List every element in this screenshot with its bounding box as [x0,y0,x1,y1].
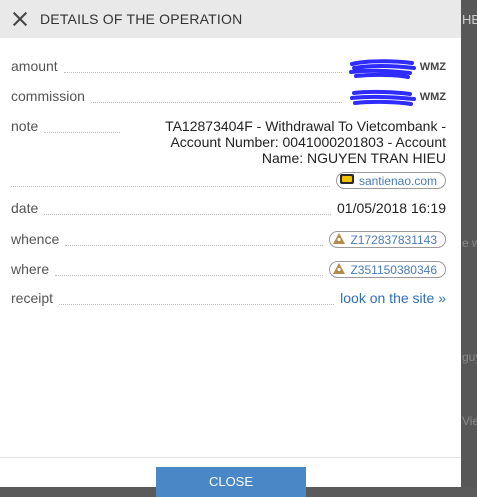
where-row: where Z351150380346 [11,261,446,278]
purse-pyramid-icon [333,262,346,277]
background-text: e w [462,236,477,250]
note-label: note [11,118,39,134]
note-value: TA12873404F - Withdrawal To Vietcombank … [126,118,446,166]
receipt-row: receipt look on the site » [11,290,446,306]
dotted-leader [44,118,121,133]
amount-label: amount [11,58,58,74]
redaction-scribble [349,89,416,106]
background-page: HB e w guy Vie [461,0,477,487]
background-text: HB [462,12,477,27]
where-purse-id: Z351150380346 [350,262,437,277]
whence-purse-badge[interactable]: Z172837831143 [329,231,446,248]
whence-purse-id: Z172837831143 [350,232,437,247]
date-value: 01/05/2018 16:19 [337,200,446,216]
purse-pyramid-icon [333,232,346,247]
amount-currency: WMZ [419,61,446,74]
dotted-leader [44,200,331,215]
commission-value: WMZ [348,88,446,106]
note-line: TA12873404F - Withdrawal To Vietcombank … [165,118,446,134]
source-site-name: santienao.com [358,173,437,188]
redacted-amount [348,59,416,79]
note-line: Name: NGUYEN TRAN HIEU [261,150,446,166]
redaction-scribble [348,59,416,79]
amount-value: WMZ [348,58,446,79]
dotted-leader [59,290,335,305]
dotted-leader [65,231,324,246]
whence-row: whence Z172837831143 [11,231,446,248]
dotted-leader [11,172,330,187]
note-line: Account Number: 0041000201803 - Account [170,134,446,150]
dotted-leader [55,261,324,276]
source-row: santienao.com [11,172,446,189]
dotted-leader [90,88,342,103]
date-label: date [11,200,39,216]
redacted-commission [348,89,416,106]
background-text: guy [462,350,477,364]
dialog-header: DETAILS OF THE OPERATION [0,0,461,38]
operation-details-dialog: DETAILS OF THE OPERATION amount WMZ comm… [0,0,461,497]
receipt-label: receipt [11,290,54,306]
commission-label: commission [11,88,85,104]
date-row: date 01/05/2018 16:19 [11,200,446,216]
close-icon[interactable] [12,11,28,27]
footer-divider [0,457,461,458]
commission-currency: WMZ [419,91,446,104]
close-button[interactable]: CLOSE [156,467,306,497]
where-label: where [11,261,50,277]
dialog-title: DETAILS OF THE OPERATION [40,11,243,27]
whence-label: whence [11,231,60,247]
source-site-badge[interactable]: santienao.com [335,172,446,189]
commission-row: commission WMZ [11,88,446,106]
dotted-leader [63,58,342,73]
note-row: note TA12873404F - Withdrawal To Vietcom… [11,118,446,166]
receipt-link[interactable]: look on the site » [340,290,446,306]
where-purse-badge[interactable]: Z351150380346 [329,261,446,278]
amount-row: amount WMZ [11,58,446,79]
site-logo-icon [339,173,354,188]
background-text: Vie [462,414,477,428]
